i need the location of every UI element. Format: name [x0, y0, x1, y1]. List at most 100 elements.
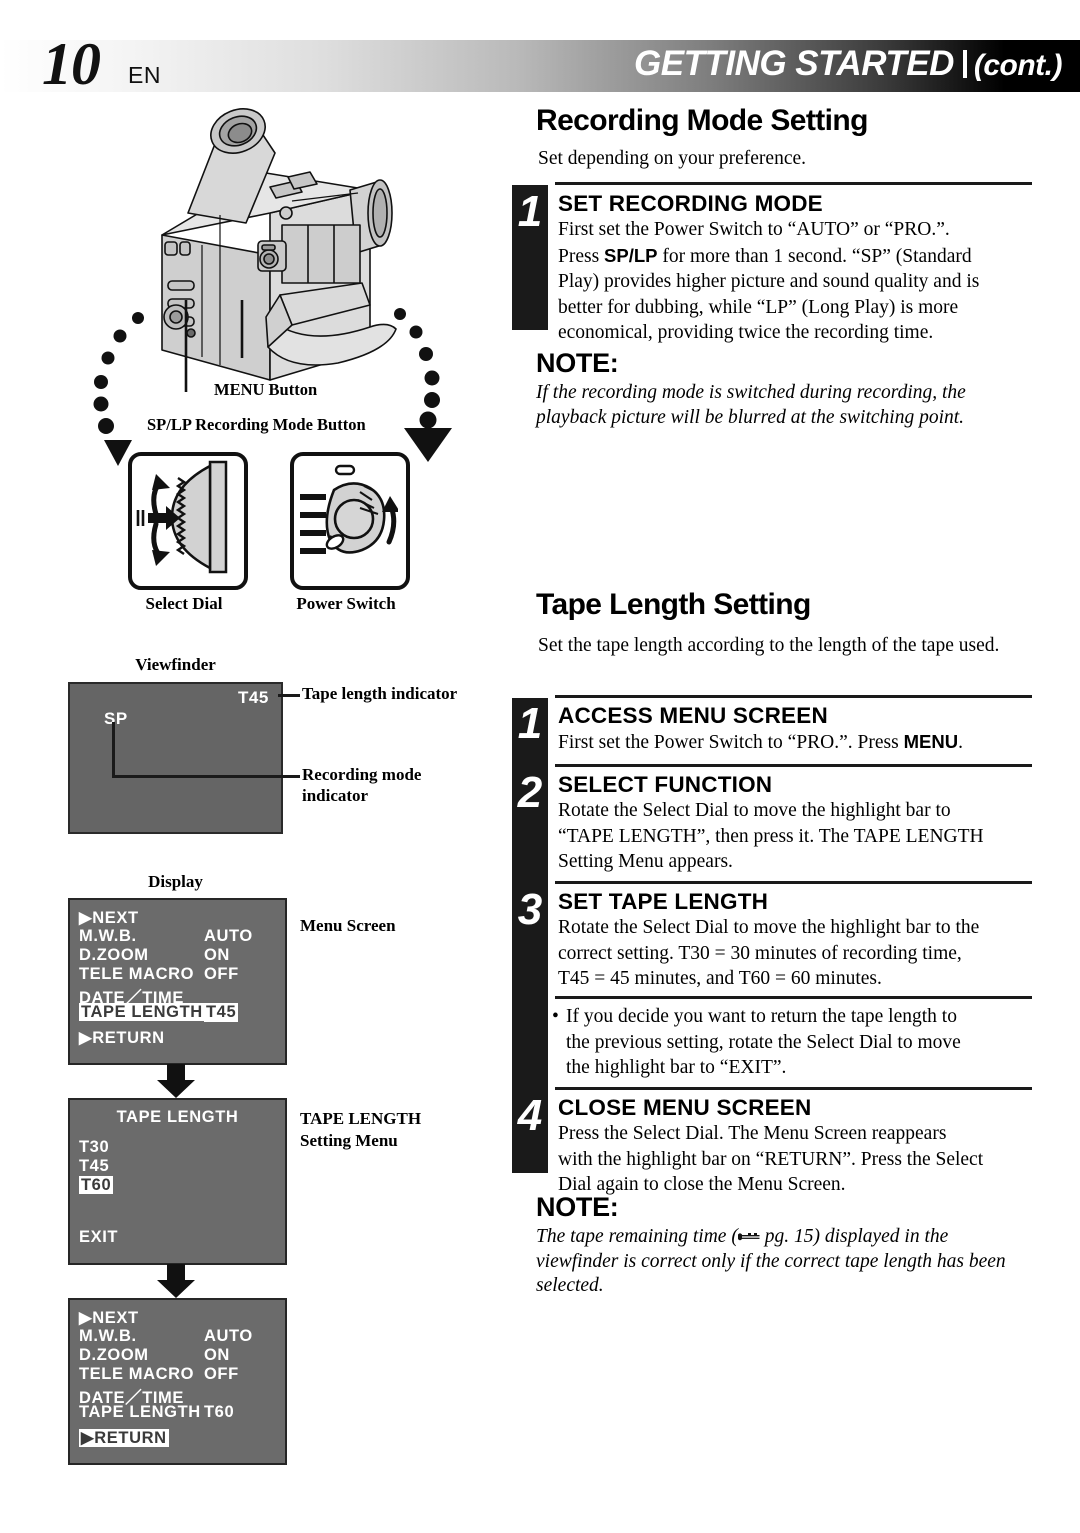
note-2-heading: NOTE: [536, 1192, 619, 1222]
menu-row-value: ON [204, 946, 230, 964]
menu-row-label: TAPE LENGTH [79, 1003, 205, 1021]
step-number-s2-1: 1 [517, 699, 543, 748]
step-title-s2-2: SELECT FUNCTION [558, 772, 773, 797]
page-title-cont: (cont.) [973, 49, 1063, 82]
menu-row[interactable]: M.W.B. AUTO [79, 927, 252, 946]
flow-arrow-1-icon [157, 1064, 195, 1098]
menu-row-label: D.ZOOM [79, 946, 149, 964]
menu-row[interactable]: TAPE LENGTH T45 [79, 1003, 239, 1022]
step-number-s2-4: 4 [517, 1091, 543, 1140]
step-rule-s2-4 [555, 1087, 1032, 1090]
tape-length-setting-menu-caption: TAPE LENGTH Setting Menu [300, 1108, 500, 1152]
menu-screen-2: ▶NEXT M.W.B. AUTO D.ZOOM ON TELE MACRO OFF DATE… [68, 1298, 287, 1465]
menu-screen-1: ▶NEXT M.W.B. AUTO D.ZOOM ON TELE MACRO OFF DATE… [68, 898, 287, 1065]
title-divider [962, 50, 967, 78]
callout-leader-lines [184, 300, 244, 392]
section-recording-mode-lead: Set depending on your preference. [538, 148, 807, 169]
pointing-hand-icon [737, 1233, 760, 1241]
rec-mode-cap-line2: indicator [302, 786, 369, 805]
power-switch-label: Power Switch [296, 594, 396, 613]
tape-length-menu-title: TAPE LENGTH [116, 1108, 239, 1126]
recording-mode-indicator-caption: Recording mode indicator [302, 764, 492, 806]
recording-mode-leader-h [112, 775, 300, 778]
step-rule-s2-1 [555, 695, 1032, 698]
menu-screen-caption: Menu Screen [300, 916, 396, 935]
menu-footer-label: ▶RETURN [79, 1429, 169, 1447]
viewfinder-recording-mode-indicator: SP [104, 709, 128, 728]
step-number-s1-1: 1 [517, 187, 543, 236]
menu-row[interactable]: TAPE LENGTH T60 [79, 1403, 234, 1422]
menu-row[interactable]: TELE MACRO OFF [79, 1365, 238, 1384]
tape-length-option[interactable]: T60 [79, 1176, 114, 1195]
menu-row-label: ▶NEXT [79, 1309, 139, 1327]
tape-length-option[interactable]: T45 [79, 1157, 109, 1176]
step-number-s2-2: 2 [517, 768, 543, 817]
tape-length-menu-exit: EXIT [79, 1228, 119, 1246]
page-title: GETTING STARTED (cont.) [634, 44, 1062, 84]
step-number-s2-3: 3 [517, 885, 543, 934]
step-body-s1-1: First set the Power Switch to “AUTO” or … [558, 219, 980, 343]
menu-row-label: ▶NEXT [79, 909, 139, 927]
menu-row-label: TELE MACRO [79, 1365, 195, 1383]
page-language-code: EN [128, 62, 161, 88]
step-body-s2-3: Rotate the Select Dial to move the highl… [558, 917, 980, 989]
bullet-text: If you decide you want to return the tap… [566, 1006, 961, 1078]
tape-length-setting-menu: TAPE LENGTH T30 T45 T60 EXIT [68, 1098, 287, 1265]
tape-length-option-label: T30 [79, 1138, 110, 1156]
power-switch-icon [300, 464, 398, 554]
step-rule-s2-2 [555, 764, 1032, 767]
page-number: 10 [42, 31, 101, 97]
menu-row[interactable]: TELE MACRO OFF [79, 965, 238, 984]
setting-menu-cap-line1: TAPE LENGTH [300, 1109, 422, 1128]
menu-row[interactable]: ▶NEXT [79, 908, 139, 928]
recording-mode-leader-v [112, 722, 115, 778]
note-2-body-ref: pg. 15 [759, 1226, 814, 1247]
step-body-s2-2: Rotate the Select Dial to move the highl… [558, 800, 984, 872]
callout-splp-button-label: SP/LP Recording Mode Button [147, 415, 366, 434]
note-1-heading: NOTE: [536, 348, 619, 378]
step-body-s2-1: First set the Power Switch to “PRO.”. Pr… [558, 731, 963, 753]
bullet-marker: • [552, 1006, 559, 1027]
menu-row[interactable]: D.ZOOM ON [79, 1346, 229, 1365]
step-title-s2-1: ACCESS MENU SCREEN [558, 703, 828, 728]
menu-row-label: TAPE LENGTH [79, 1403, 201, 1421]
power-switch-diagram [290, 452, 410, 590]
menu-row-value: T45 [204, 1003, 239, 1022]
step-title-s2-4: CLOSE MENU SCREEN [558, 1095, 812, 1120]
menu-row[interactable]: D.ZOOM ON [79, 946, 229, 965]
step-title-s2-3: SET TAPE LENGTH [558, 889, 769, 914]
select-dial-diagram [128, 452, 248, 590]
tape-length-option[interactable]: T30 [79, 1138, 109, 1157]
menu-row-label: M.W.B. [79, 927, 137, 945]
page-title-text: GETTING STARTED [634, 44, 954, 83]
flow-arrow-2-icon [157, 1264, 195, 1298]
menu-row-value: OFF [204, 965, 239, 983]
note-1-body: If the recording mode is switched during… [536, 382, 966, 428]
step-body-s2-4: Press the Select Dial. The Menu Screen r… [558, 1123, 984, 1195]
select-dial-icon [136, 460, 228, 574]
menu-row-label: TELE MACRO [79, 965, 195, 983]
menu-row-label: M.W.B. [79, 1327, 137, 1345]
menu-screen-1-footer: ▶RETURN [79, 1028, 165, 1048]
menu-row-label: D.ZOOM [79, 1346, 149, 1364]
select-dial-label: Select Dial [145, 594, 223, 613]
menu-row[interactable]: M.W.B. AUTO [79, 1327, 252, 1346]
section-recording-mode-heading: Recording Mode Setting [536, 104, 868, 137]
callout-menu-button-label: MENU Button [214, 380, 318, 399]
tape-length-leader [278, 694, 300, 697]
note-2-body: The tape remaining time ( pg. 15) displa… [536, 1225, 1028, 1299]
step-rule-s2-3 [555, 881, 1032, 884]
manual-page: 10 EN GETTING STARTED (cont.) MENU Butto… [0, 0, 1080, 1533]
section-tape-length-heading: Tape Length Setting [536, 588, 811, 621]
step-rule-s1-1 [555, 182, 1032, 185]
step-rule-bullet [555, 996, 1032, 999]
display-label: Display [148, 872, 203, 891]
section-tape-length-lead: Set the tape length according to the len… [538, 635, 1000, 656]
step-bullet-s2: • If you decide you want to return the t… [552, 1004, 1028, 1081]
step-title-s1-1: SET RECORDING MODE [558, 191, 823, 216]
viewfinder-label: Viewfinder [135, 655, 216, 674]
tape-length-indicator-caption: Tape length indicator [302, 684, 458, 703]
setting-menu-cap-line2: Setting Menu [300, 1131, 398, 1150]
menu-row-value: T60 [204, 1403, 235, 1421]
menu-row[interactable]: ▶NEXT [79, 1308, 139, 1328]
